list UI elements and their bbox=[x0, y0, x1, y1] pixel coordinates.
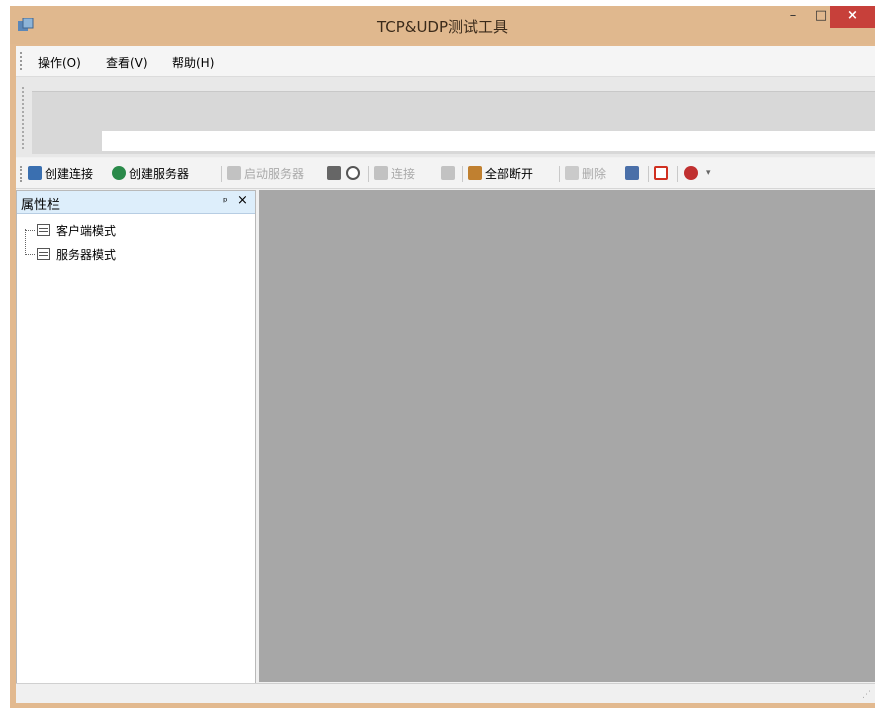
mdi-workspace[interactable] bbox=[259, 190, 875, 682]
create-connection-label: 创建连接 bbox=[45, 166, 94, 181]
title-bar[interactable]: TCP&UDP测试工具 – □ × bbox=[10, 6, 875, 44]
delete-label: 删除 bbox=[582, 166, 607, 181]
minimize-button[interactable]: – bbox=[780, 6, 806, 28]
create-server-label: 创建服务器 bbox=[129, 166, 190, 181]
toolbar-grip[interactable] bbox=[20, 166, 24, 182]
help-button[interactable] bbox=[684, 164, 698, 182]
start-server-icon bbox=[227, 166, 241, 180]
toolbar-separator bbox=[677, 166, 678, 182]
refresh-button[interactable] bbox=[346, 164, 360, 182]
dock-grip[interactable] bbox=[22, 87, 26, 149]
panel-close-icon[interactable]: × bbox=[237, 193, 248, 208]
toolbar-overflow-chevron-icon[interactable]: ▾ bbox=[706, 164, 711, 182]
panel-title: 属性栏 bbox=[21, 198, 61, 213]
create-connection-button[interactable]: 创建连接 bbox=[28, 164, 93, 182]
resize-grip-icon[interactable]: ⋰ bbox=[862, 690, 871, 700]
menu-operate[interactable]: 操作(O) bbox=[38, 54, 81, 71]
record-icon bbox=[654, 166, 668, 180]
tree-branch bbox=[25, 229, 35, 231]
create-server-icon bbox=[112, 166, 126, 180]
disconnect-all-icon bbox=[468, 166, 482, 180]
window-title: TCP&UDP测试工具 bbox=[376, 18, 509, 36]
create-connection-icon bbox=[28, 166, 42, 180]
pin-icon[interactable]: ᵖ bbox=[223, 195, 228, 208]
app-window: TCP&UDP测试工具 – □ × 操作(O) 查看(V) 帮助(H) 创建连接… bbox=[10, 6, 875, 708]
delete-icon bbox=[565, 166, 579, 180]
toolbar-separator bbox=[368, 166, 369, 182]
help-icon bbox=[684, 166, 698, 180]
settings-icon bbox=[625, 166, 639, 180]
stop-server-icon bbox=[327, 166, 341, 180]
connect-icon bbox=[374, 166, 388, 180]
tree-item-label: 客户端模式 bbox=[56, 223, 117, 238]
refresh-icon bbox=[346, 166, 360, 180]
main-toolbar: 创建连接 创建服务器 启动服务器 连接 全部断开 删除 ▾ bbox=[16, 158, 875, 189]
disconnect-all-label: 全部断开 bbox=[485, 166, 534, 181]
menu-help[interactable]: 帮助(H) bbox=[172, 54, 214, 71]
client-mode-icon bbox=[37, 224, 50, 236]
toolbar-separator bbox=[462, 166, 463, 182]
stop-server-button[interactable] bbox=[327, 164, 341, 182]
menu-grip[interactable] bbox=[20, 52, 24, 70]
disconnect-all-button[interactable]: 全部断开 bbox=[468, 164, 533, 182]
start-server-button[interactable]: 启动服务器 bbox=[227, 164, 304, 182]
menu-view[interactable]: 查看(V) bbox=[106, 54, 148, 71]
toolbar-separator bbox=[559, 166, 560, 182]
menu-bar: 操作(O) 查看(V) 帮助(H) bbox=[16, 46, 875, 77]
empty-input-strip bbox=[102, 131, 875, 151]
connect-button[interactable]: 连接 bbox=[374, 164, 415, 182]
client-area: 操作(O) 查看(V) 帮助(H) 创建连接 创建服务器 启动服务器 连接 全部… bbox=[16, 46, 875, 703]
toolbar-dock-area bbox=[16, 77, 875, 157]
tree-branch bbox=[25, 253, 35, 255]
toolbar-separator bbox=[221, 166, 222, 182]
create-server-button[interactable]: 创建服务器 bbox=[112, 164, 189, 182]
property-panel: 属性栏 ᵖ × 客户端模式 服务器模式 bbox=[16, 190, 256, 684]
connect-label: 连接 bbox=[391, 166, 416, 181]
panel-header: 属性栏 ᵖ × bbox=[17, 191, 255, 214]
close-button[interactable]: × bbox=[830, 6, 875, 28]
tree-item-server-mode[interactable]: 服务器模式 bbox=[25, 245, 116, 263]
server-mode-icon bbox=[37, 248, 50, 260]
toolbar-separator bbox=[648, 166, 649, 182]
delete-button[interactable]: 删除 bbox=[565, 164, 606, 182]
status-bar: ⋰ bbox=[16, 683, 875, 703]
tree-item-label: 服务器模式 bbox=[56, 247, 117, 262]
disconnect-icon bbox=[441, 166, 455, 180]
disconnect-button[interactable] bbox=[441, 164, 455, 182]
tree-item-client-mode[interactable]: 客户端模式 bbox=[25, 221, 116, 239]
start-server-label: 启动服务器 bbox=[244, 166, 305, 181]
record-button[interactable] bbox=[654, 164, 668, 182]
settings-button[interactable] bbox=[625, 164, 639, 182]
